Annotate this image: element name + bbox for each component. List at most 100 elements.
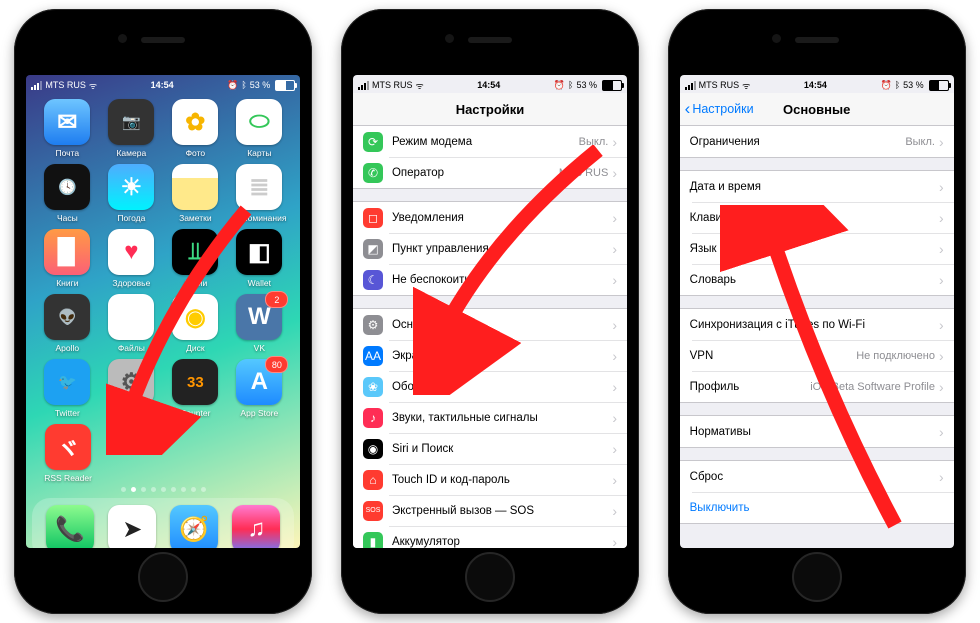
cell-icon: ⟳ (363, 132, 383, 152)
app-почта[interactable]: ✉Почта (36, 99, 98, 158)
cell-Экран и яркость[interactable]: AAЭкран и яркость› (353, 340, 627, 371)
cell-Звуки, тактильные сигналы[interactable]: ♪Звуки, тактильные сигналы› (353, 402, 627, 433)
cell-Словарь[interactable]: Словарь› (680, 264, 954, 295)
cell-label: Пункт управления (392, 243, 612, 255)
app-label: Погода (117, 213, 145, 223)
cell-label: Режим модема (392, 136, 579, 148)
nav-bar: Настройки (353, 93, 627, 126)
cell-icon: AA (363, 346, 383, 366)
dock-app[interactable]: ➤ (108, 505, 156, 548)
app-label: Книги (56, 278, 78, 288)
app-фото[interactable]: ✿Фото (164, 99, 226, 158)
app-настройки[interactable]: ⚙Настройки (100, 359, 162, 418)
app-погода[interactable]: ☀Погода (100, 164, 162, 223)
cell-Синхронизация с iTunes по Wi-Fi[interactable]: Синхронизация с iTunes по Wi-Fi› (680, 309, 954, 340)
app-label: Карты (247, 148, 271, 158)
phone-frame: MTS RUS ᯤ 14:54 ⏰ ᛒ 53 % ✉Почта📷Камера✿Ф… (14, 9, 312, 614)
cell-Клавиатура[interactable]: Клавиатура› (680, 202, 954, 233)
home-button[interactable] (465, 552, 515, 602)
app-здоровье[interactable]: ♥Здоровье (100, 229, 162, 288)
cell-Профиль[interactable]: ПрофильiOS Beta Software Profile› (680, 371, 954, 402)
cell-label: Дата и время (690, 181, 939, 193)
back-button[interactable]: ‹Настройки (685, 93, 754, 125)
app-rss reader[interactable]: ヾRSS Reader (36, 424, 100, 483)
status-bar: MTS RUS ᯤ 14:54 ⏰ᛒ 53 % (353, 75, 627, 93)
app-label: Здоровье (112, 278, 150, 288)
cell-icon: ◩ (363, 239, 383, 259)
cell-Нормативы[interactable]: Нормативы› (680, 416, 954, 447)
app-диск[interactable]: ◉Диск (164, 294, 226, 353)
cell-icon: ⚙ (363, 315, 383, 335)
home-button[interactable] (138, 552, 188, 602)
cell-value: Выкл. (905, 136, 935, 148)
cell-Touch ID и код-пароль[interactable]: ⌂Touch ID и код-пароль› (353, 464, 627, 495)
cell-label: Экран и яркость (392, 350, 612, 362)
app-label: Twitter (55, 408, 80, 418)
dock-app[interactable]: 🧭 (170, 505, 218, 548)
app-twitter[interactable]: 🐦Twitter (36, 359, 98, 418)
cell-Оператор[interactable]: ✆ОператорMTS RUS› (353, 157, 627, 188)
cell-label: Уведомления (392, 212, 612, 224)
dock-app[interactable]: 📞 (46, 505, 94, 548)
cell-Siri и Поиск[interactable]: ◉Siri и Поиск› (353, 433, 627, 464)
app-label: Настройки (110, 408, 152, 418)
app-акции[interactable]: ⫫Акции (164, 229, 226, 288)
app-apollo[interactable]: 👽Apollo (36, 294, 98, 353)
cell-value: Не подключено (856, 350, 935, 362)
cell-value: iOS Beta Software Profile (810, 381, 935, 393)
cell-Не беспокоить[interactable]: ☾Не беспокоить› (353, 264, 627, 295)
cell-Сброс[interactable]: Сброс› (680, 461, 954, 492)
app-app store[interactable]: A80App Store (228, 359, 290, 418)
app-label: Диск (186, 343, 204, 353)
app-wallet[interactable]: ◧Wallet (228, 229, 290, 288)
status-bar: MTS RUS ᯤ 14:54 ⏰ᛒ 53 % (680, 75, 954, 93)
app-label: Фото (186, 148, 206, 158)
cell-Обои[interactable]: ❀Обои› (353, 371, 627, 402)
cell-label: Ограничения (690, 136, 906, 148)
cell-Уведомления[interactable]: ◻Уведомления› (353, 202, 627, 233)
app-заметки[interactable]: Заметки (164, 164, 226, 223)
cell-Основные[interactable]: ⚙Основные› (353, 309, 627, 340)
app-напоминания[interactable]: ≣Напоминания (228, 164, 290, 223)
app-часы[interactable]: 🕓Часы (36, 164, 98, 223)
cell-Экстренный вызов — SOS[interactable]: SOSЭкстренный вызов — SOS› (353, 495, 627, 526)
app-label: App Store (240, 408, 278, 418)
cell-Пункт управления[interactable]: ◩Пункт управления› (353, 233, 627, 264)
dock-app[interactable]: ♫ (232, 505, 280, 548)
app-label: Заметки (179, 213, 212, 223)
cell-Дата и время[interactable]: Дата и время› (680, 171, 954, 202)
cell-label: Словарь (690, 274, 939, 286)
cell-label: Синхронизация с iTunes по Wi-Fi (690, 319, 939, 331)
app-файлы[interactable]: 🗂Файлы (100, 294, 162, 353)
cell-Ограничения[interactable]: ОграниченияВыкл.› (680, 126, 954, 157)
phone-frame: MTS RUS ᯤ 14:54 ⏰ᛒ 53 % ‹Настройки Основ… (668, 9, 966, 614)
page-dots (26, 487, 300, 492)
home-screen: MTS RUS ᯤ 14:54 ⏰ ᛒ 53 % ✉Почта📷Камера✿Ф… (26, 75, 300, 548)
cell-Выключить[interactable]: Выключить (680, 492, 954, 523)
cell-icon: ▮ (363, 532, 383, 549)
app-vk[interactable]: W2VK (228, 294, 290, 353)
cell-icon: ❀ (363, 377, 383, 397)
app-label: Counter (180, 408, 210, 418)
cell-icon: ♪ (363, 408, 383, 428)
cell-Аккумулятор[interactable]: ▮Аккумулятор› (353, 526, 627, 548)
app-карты[interactable]: ⬭Карты (228, 99, 290, 158)
cell-VPN[interactable]: VPNНе подключено› (680, 340, 954, 371)
cell-label: Основные (392, 319, 612, 331)
cell-icon: ◻ (363, 208, 383, 228)
cell-label: Клавиатура (690, 212, 939, 224)
home-button[interactable] (792, 552, 842, 602)
nav-title: Основные (783, 102, 850, 117)
app-label: Часы (57, 213, 78, 223)
cell-icon: ◉ (363, 439, 383, 459)
app-label: Акции (183, 278, 207, 288)
cell-value: MTS RUS (559, 167, 609, 179)
cell-Режим модема[interactable]: ⟳Режим модемаВыкл.› (353, 126, 627, 157)
cell-label: Выключить (690, 502, 944, 514)
app-книги[interactable]: ▉Книги (36, 229, 98, 288)
cell-value: Выкл. (579, 136, 609, 148)
cell-Язык и регион[interactable]: Язык и регион› (680, 233, 954, 264)
app-counter[interactable]: 33Counter (164, 359, 226, 418)
app-камера[interactable]: 📷Камера (100, 99, 162, 158)
app-label: Камера (116, 148, 146, 158)
